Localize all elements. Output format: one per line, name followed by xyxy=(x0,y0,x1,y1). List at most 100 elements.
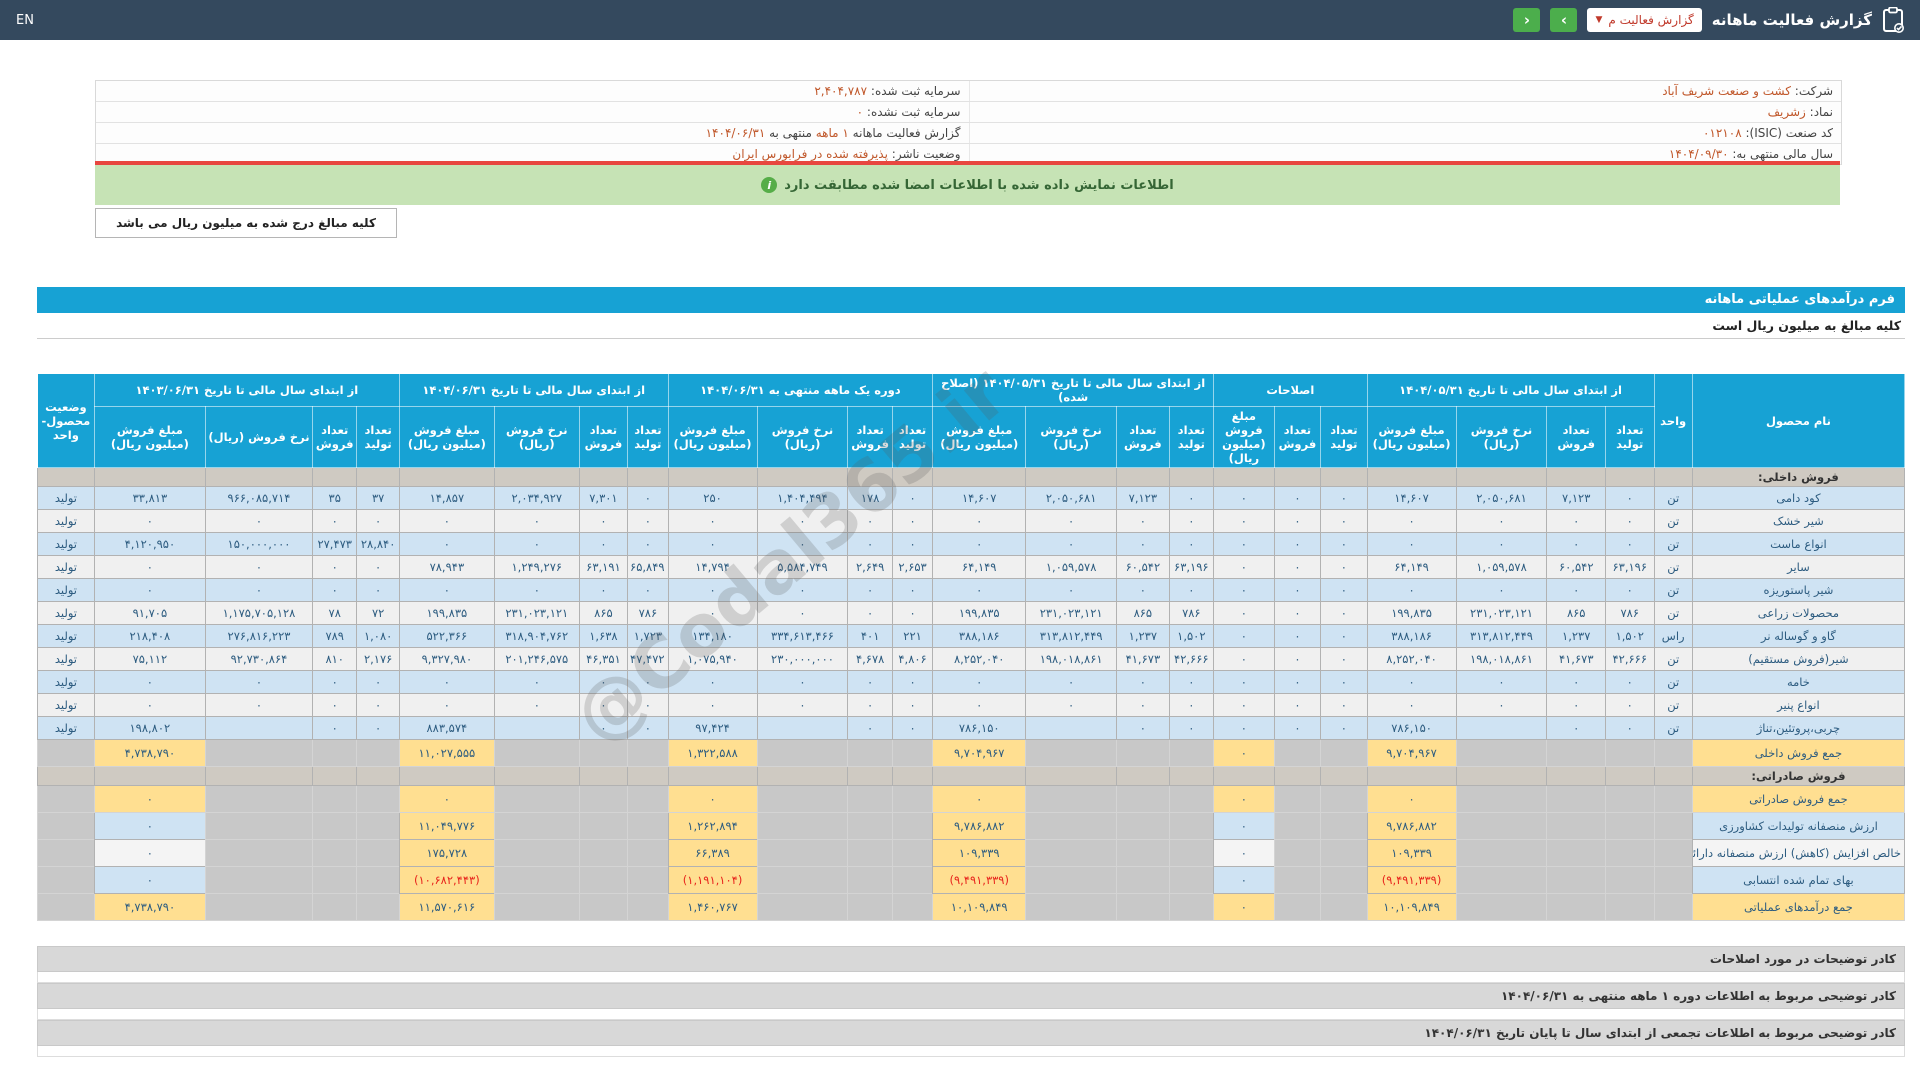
data-cell: ۰ xyxy=(399,510,494,533)
data-cell: ۸۸۳,۵۷۴ xyxy=(399,717,494,740)
next-report-button[interactable]: › xyxy=(1550,8,1577,32)
data-cell xyxy=(1456,717,1547,740)
data-cell: ۰ xyxy=(1456,533,1547,556)
empty-cell xyxy=(38,468,95,487)
data-cell: ۹۷,۴۲۴ xyxy=(668,717,757,740)
status-cell: تولید xyxy=(38,510,95,533)
disabled-cell xyxy=(892,786,932,813)
empty-cell xyxy=(1117,767,1170,786)
empty-cell xyxy=(848,468,892,487)
main-content: فرم درآمدهای عملیاتی ماهانه کلیه مبالغ ب… xyxy=(37,287,1905,1057)
unit-cell: تن xyxy=(1654,533,1692,556)
data-cell: ۰ xyxy=(1214,625,1275,648)
data-cell: ۰ xyxy=(1117,510,1170,533)
data-cell: ۰ xyxy=(1367,694,1456,717)
data-cell: ۰ xyxy=(579,533,627,556)
disabled-cell xyxy=(848,813,892,840)
amount-cell: ۰ xyxy=(1214,840,1275,867)
product-row: انواع پنیرتن۰۰۰۰۰۰۰۰۰۰۰۰۰۰۰۰۰۰۰۰۰۰۰تولید xyxy=(38,694,1905,717)
disabled-cell xyxy=(1606,786,1654,813)
amount-cell: ۰ xyxy=(1214,786,1275,813)
column-header: مبلغ فروش (میلیون ریال) xyxy=(668,407,757,468)
row-label-cell: جمع فروش صادراتی xyxy=(1692,786,1904,813)
data-cell: ۰ xyxy=(1321,556,1367,579)
amount-cell: ۰ xyxy=(1214,894,1275,921)
report-type-dropdown[interactable]: گزارش فعالیت م ▼ xyxy=(1587,8,1701,32)
amount-cell: ۱,۳۲۲,۵۸۸ xyxy=(668,740,757,767)
language-switch[interactable]: EN xyxy=(16,13,34,28)
data-cell: ۰ xyxy=(1274,671,1320,694)
amount-cell: ۱۰,۱۰۹,۸۴۹ xyxy=(1367,894,1456,921)
data-cell: ۰ xyxy=(892,694,932,717)
data-cell: ۱۹۸,۸۰۲ xyxy=(94,717,205,740)
data-cell: ۴۱,۶۷۳ xyxy=(1117,648,1170,671)
amount-cell: ۱۱,۵۷۰,۶۱۶ xyxy=(399,894,494,921)
previous-report-button[interactable]: ‹ xyxy=(1513,8,1540,32)
data-cell: ۰ xyxy=(1547,533,1606,556)
data-cell: ۰ xyxy=(933,533,1026,556)
disabled-cell xyxy=(1547,867,1606,894)
data-cell: ۸۶۵ xyxy=(1547,602,1606,625)
data-cell: ۰ xyxy=(1169,510,1213,533)
section-row: فروش داخلی: xyxy=(38,468,1905,487)
disabled-cell xyxy=(1547,740,1606,767)
data-cell: ۰ xyxy=(933,510,1026,533)
info-row: شرکت: کشت و صنعت شریف آبادسرمایه ثبت شده… xyxy=(96,81,1841,102)
column-group-header: از ابتدای سال مالی تا تاریخ ۱۴۰۴/۰۵/۳۱ xyxy=(1367,374,1654,407)
data-cell: ۰ xyxy=(1214,648,1275,671)
column-header: تعداد فروش xyxy=(579,407,627,468)
section-row: فروش صادراتی: xyxy=(38,767,1905,786)
column-header: مبلغ فروش (میلیون ریال) xyxy=(399,407,494,468)
empty-cell xyxy=(1214,468,1275,487)
disabled-cell xyxy=(1606,840,1654,867)
empty-cell xyxy=(1606,468,1654,487)
empty-cell xyxy=(892,468,932,487)
data-cell: ۱,۲۳۷ xyxy=(1117,625,1170,648)
comment-box xyxy=(37,972,1905,983)
data-cell: ۰ xyxy=(1026,533,1117,556)
data-cell: ۰ xyxy=(628,579,668,602)
data-cell: ۰ xyxy=(1214,510,1275,533)
data-cell: ۰ xyxy=(1274,533,1320,556)
empty-cell xyxy=(892,767,932,786)
unit-cell: تن xyxy=(1654,717,1692,740)
data-cell: ۰ xyxy=(628,487,668,510)
disabled-cell xyxy=(579,840,627,867)
data-cell: ۰ xyxy=(205,579,312,602)
disabled-cell xyxy=(205,867,312,894)
data-cell: ۴,۶۷۸ xyxy=(848,648,892,671)
disabled-cell xyxy=(1321,786,1367,813)
chevron-right-icon: › xyxy=(1561,11,1567,29)
info-cell: نماد: زشریف xyxy=(969,102,1842,122)
data-cell: ۰ xyxy=(399,671,494,694)
product-name-cell: خامه xyxy=(1692,671,1904,694)
disabled-cell xyxy=(757,840,848,867)
amount-cell: ۰ xyxy=(1214,740,1275,767)
column-header: تعداد تولید xyxy=(1321,407,1367,468)
data-cell: ۲۳۱,۰۲۳,۱۲۱ xyxy=(494,602,579,625)
column-header: تعداد تولید xyxy=(357,407,399,468)
amount-cell: ۹,۷۰۴,۹۶۷ xyxy=(1367,740,1456,767)
product-name-cell: شیر خشک xyxy=(1692,510,1904,533)
data-cell: ۱۹۹,۸۳۵ xyxy=(399,602,494,625)
data-cell: ۲۰۱,۲۴۶,۵۷۵ xyxy=(494,648,579,671)
empty-cell xyxy=(757,767,848,786)
disabled-cell xyxy=(579,740,627,767)
disabled-cell xyxy=(1606,813,1654,840)
disabled-cell xyxy=(313,894,357,921)
disabled-cell xyxy=(1321,840,1367,867)
data-cell: ۴۷,۴۷۲ xyxy=(628,648,668,671)
data-cell: ۱,۰۵۹,۵۷۸ xyxy=(1456,556,1547,579)
page-title: گزارش فعالیت ماهانه xyxy=(1712,11,1872,29)
disabled-cell xyxy=(1169,786,1213,813)
empty-cell xyxy=(313,767,357,786)
data-cell: ۷۵,۱۱۲ xyxy=(94,648,205,671)
data-cell: ۱,۰۸۰ xyxy=(357,625,399,648)
product-row: شیر خشکتن۰۰۰۰۰۰۰۰۰۰۰۰۰۰۰۰۰۰۰۰۰۰۰تولید xyxy=(38,510,1905,533)
data-cell: ۶۰,۵۴۲ xyxy=(1117,556,1170,579)
amount-cell: (۹,۴۹۱,۳۳۹) xyxy=(1367,867,1456,894)
data-cell: ۰ xyxy=(579,510,627,533)
empty-cell xyxy=(1274,767,1320,786)
disabled-cell xyxy=(628,867,668,894)
column-header: نرخ فروش (ریال) xyxy=(205,407,312,468)
